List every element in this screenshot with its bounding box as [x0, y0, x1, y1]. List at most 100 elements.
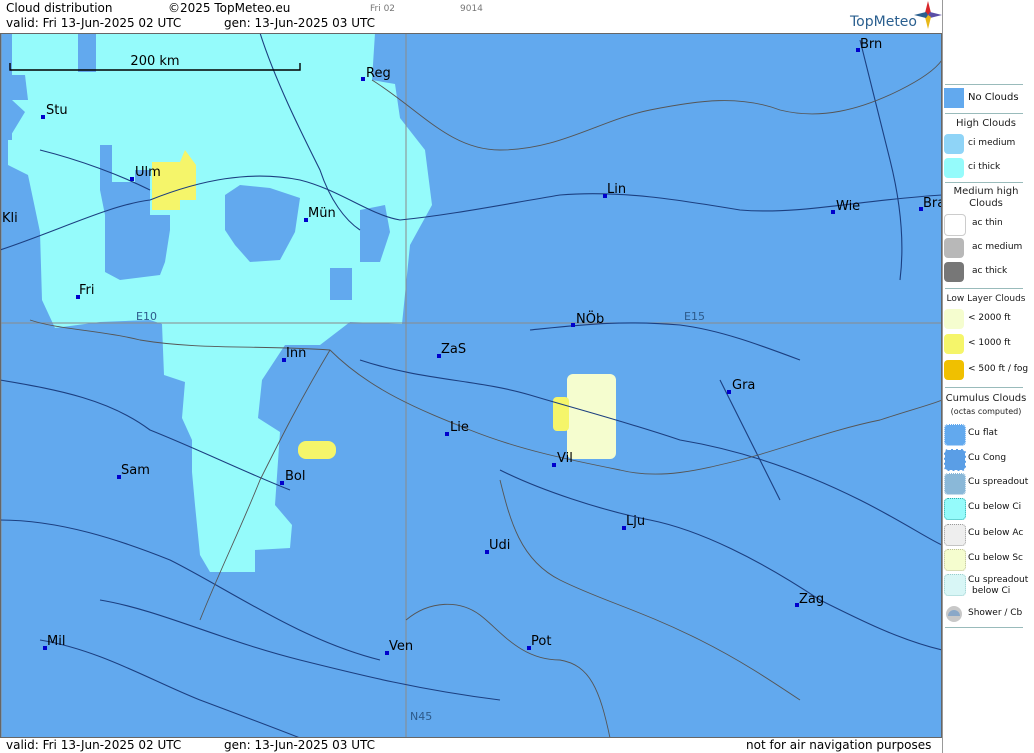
cu-spreadout-swatch: [944, 473, 966, 495]
cu-below-ac-label: Cu below Ac: [968, 528, 1024, 538]
cu-flat-label: Cu flat: [968, 428, 998, 438]
legend-cu-sub: (octas computed): [950, 407, 1022, 416]
legend-cu-cong: Cu Cong: [943, 449, 1034, 471]
valid-time: valid: Fri 13-Jun-2025 02 UTC: [6, 16, 182, 30]
cu-below-ci-label: Cu below Ci: [968, 502, 1022, 512]
city-label-udi[interactable]: Udi: [489, 538, 510, 553]
map-header: Cloud distribution ©2025 TopMeteo.eu Fri…: [0, 0, 942, 32]
city-label-pot[interactable]: Pot: [531, 634, 551, 649]
map-footer: valid: Fri 13-Jun-2025 02 UTC gen: 13-Ju…: [0, 738, 942, 753]
city-label-reg[interactable]: Reg: [366, 66, 391, 81]
city-label-lju[interactable]: Lju: [626, 514, 645, 529]
scale-label: 200 km: [130, 54, 179, 69]
cu-spreadout-ci-label-1: Cu spreadout: [968, 575, 1029, 585]
ac-thick-swatch: [944, 262, 964, 282]
low-2000-swatch: [944, 309, 964, 329]
legend-low-1000: < 1000 ft: [943, 334, 1034, 356]
ci-medium-swatch: [944, 134, 964, 154]
shower-swatch: [944, 604, 964, 624]
city-label-lie[interactable]: Lie: [450, 420, 469, 435]
low-2000-label: < 2000 ft: [968, 313, 1011, 323]
low-500-label: < 500 ft / fog: [968, 364, 1029, 374]
city-label-lin[interactable]: Lin: [607, 182, 626, 197]
legend-cu-below-sc: Cu below Sc: [943, 549, 1034, 571]
copyright: ©2025 TopMeteo.eu: [168, 1, 291, 15]
city-label-mun[interactable]: Mün: [308, 206, 336, 221]
legend-cu-below-ci: Cu below Ci: [943, 498, 1034, 520]
no-clouds-swatch: [944, 88, 964, 108]
legend-low-title: Low Layer Clouds: [946, 294, 1026, 304]
city-label-ulm[interactable]: Ulm: [135, 165, 161, 180]
ci-medium-label: ci medium: [968, 138, 1016, 148]
cu-below-sc-swatch: [944, 549, 966, 571]
ci-thick-label: ci thick: [968, 162, 1001, 172]
legend-no-clouds: No Clouds: [943, 88, 1034, 110]
ac-medium-swatch: [944, 238, 964, 258]
grid-label-e10: E10: [136, 310, 157, 323]
city-label-bra[interactable]: Bra: [923, 196, 942, 211]
cu-cong-swatch: [944, 449, 966, 471]
low-1000-label: < 1000 ft: [968, 338, 1011, 348]
shower-cloud-icon: [946, 606, 962, 622]
city-label-zas[interactable]: ZaS: [441, 342, 466, 357]
legend-low-2000: < 2000 ft: [943, 309, 1034, 331]
brand-name: TopMeteo: [850, 14, 917, 30]
city-label-nob[interactable]: NÖb: [576, 310, 604, 327]
footer-generated-time: gen: 13-Jun-2025 03 UTC: [224, 738, 376, 752]
footer-valid-time: valid: Fri 13-Jun-2025 02 UTC: [6, 738, 182, 752]
legend-cu-title: Cumulus Clouds: [945, 393, 1027, 404]
low-cloud-carinthia: [567, 374, 616, 459]
ac-thin-swatch: [944, 214, 966, 236]
cu-below-sc-label: Cu below Sc: [968, 553, 1023, 563]
cu-spreadout-ci-label-2: below Ci: [972, 586, 1011, 596]
legend-medium-title-2: Clouds: [969, 198, 1003, 209]
shower-label: Shower / Cb: [968, 608, 1023, 618]
cu-below-ac-swatch: [944, 524, 966, 546]
city-label-inn[interactable]: Inn: [286, 346, 306, 361]
city-label-zag[interactable]: Zag: [799, 592, 824, 607]
disclaimer: not for air navigation purposes: [746, 738, 932, 752]
city-label-stu[interactable]: Stu: [46, 103, 68, 118]
legend-cu-spreadout: Cu spreadout: [943, 473, 1034, 495]
topmeteo-logo-icon: [914, 1, 942, 29]
legend-low-500: < 500 ft / fog: [943, 360, 1034, 382]
day-tag: Fri 02: [370, 4, 396, 14]
legend-cu-spreadout-ci: Cu spreadout below Ci: [943, 574, 1034, 602]
legend-high-title: High Clouds: [956, 118, 1016, 129]
ac-thick-label: ac thick: [972, 266, 1008, 276]
legend-ci-medium: ci medium: [943, 134, 1034, 156]
ac-medium-label: ac medium: [972, 242, 1023, 252]
grid-label-e15: E15: [684, 310, 705, 323]
legend-shower: Shower / Cb: [943, 604, 1034, 626]
run-code: 9014: [460, 4, 483, 14]
chart-title: Cloud distribution: [6, 1, 113, 15]
no-clouds-label: No Clouds: [968, 92, 1019, 103]
cu-spreadout-label: Cu spreadout: [968, 477, 1029, 487]
legend-medium-title-1: Medium high: [953, 186, 1019, 197]
city-label-sam[interactable]: Sam: [121, 463, 150, 478]
city-label-wie[interactable]: Wie: [836, 199, 860, 214]
cu-spreadout-ci-swatch: [944, 574, 966, 596]
low-cloud-bolzano: [298, 441, 336, 459]
city-label-ven[interactable]: Ven: [389, 639, 413, 654]
legend-ac-thin: ac thin: [943, 214, 1034, 236]
legend-ac-medium: ac medium: [943, 238, 1034, 260]
ci-thick-swatch: [944, 158, 964, 178]
low-500-swatch: [944, 360, 964, 380]
city-label-vil[interactable]: Vil: [557, 451, 573, 466]
city-label-bol[interactable]: Bol: [285, 469, 305, 484]
generated-time: gen: 13-Jun-2025 03 UTC: [224, 16, 376, 30]
city-label-mil[interactable]: Mil: [47, 634, 65, 649]
city-label-fri[interactable]: Fri: [79, 283, 95, 298]
city-label-kli[interactable]: Kli: [2, 211, 18, 226]
cu-cong-label: Cu Cong: [968, 453, 1007, 463]
city-label-brn[interactable]: Brn: [860, 37, 882, 52]
legend-panel: No Clouds High Clouds ci medium ci thick…: [942, 0, 1034, 753]
legend-ci-thick: ci thick: [943, 158, 1034, 180]
ac-thin-label: ac thin: [972, 218, 1003, 228]
city-label-gra[interactable]: Gra: [732, 378, 755, 393]
grid-label-n45: N45: [410, 710, 432, 723]
cu-flat-swatch: [944, 424, 966, 446]
legend-cu-flat: Cu flat: [943, 424, 1034, 446]
cloud-map[interactable]: 200 km E10 E15 N45 Brn Reg Stu Ulm Lin W…: [0, 33, 942, 738]
